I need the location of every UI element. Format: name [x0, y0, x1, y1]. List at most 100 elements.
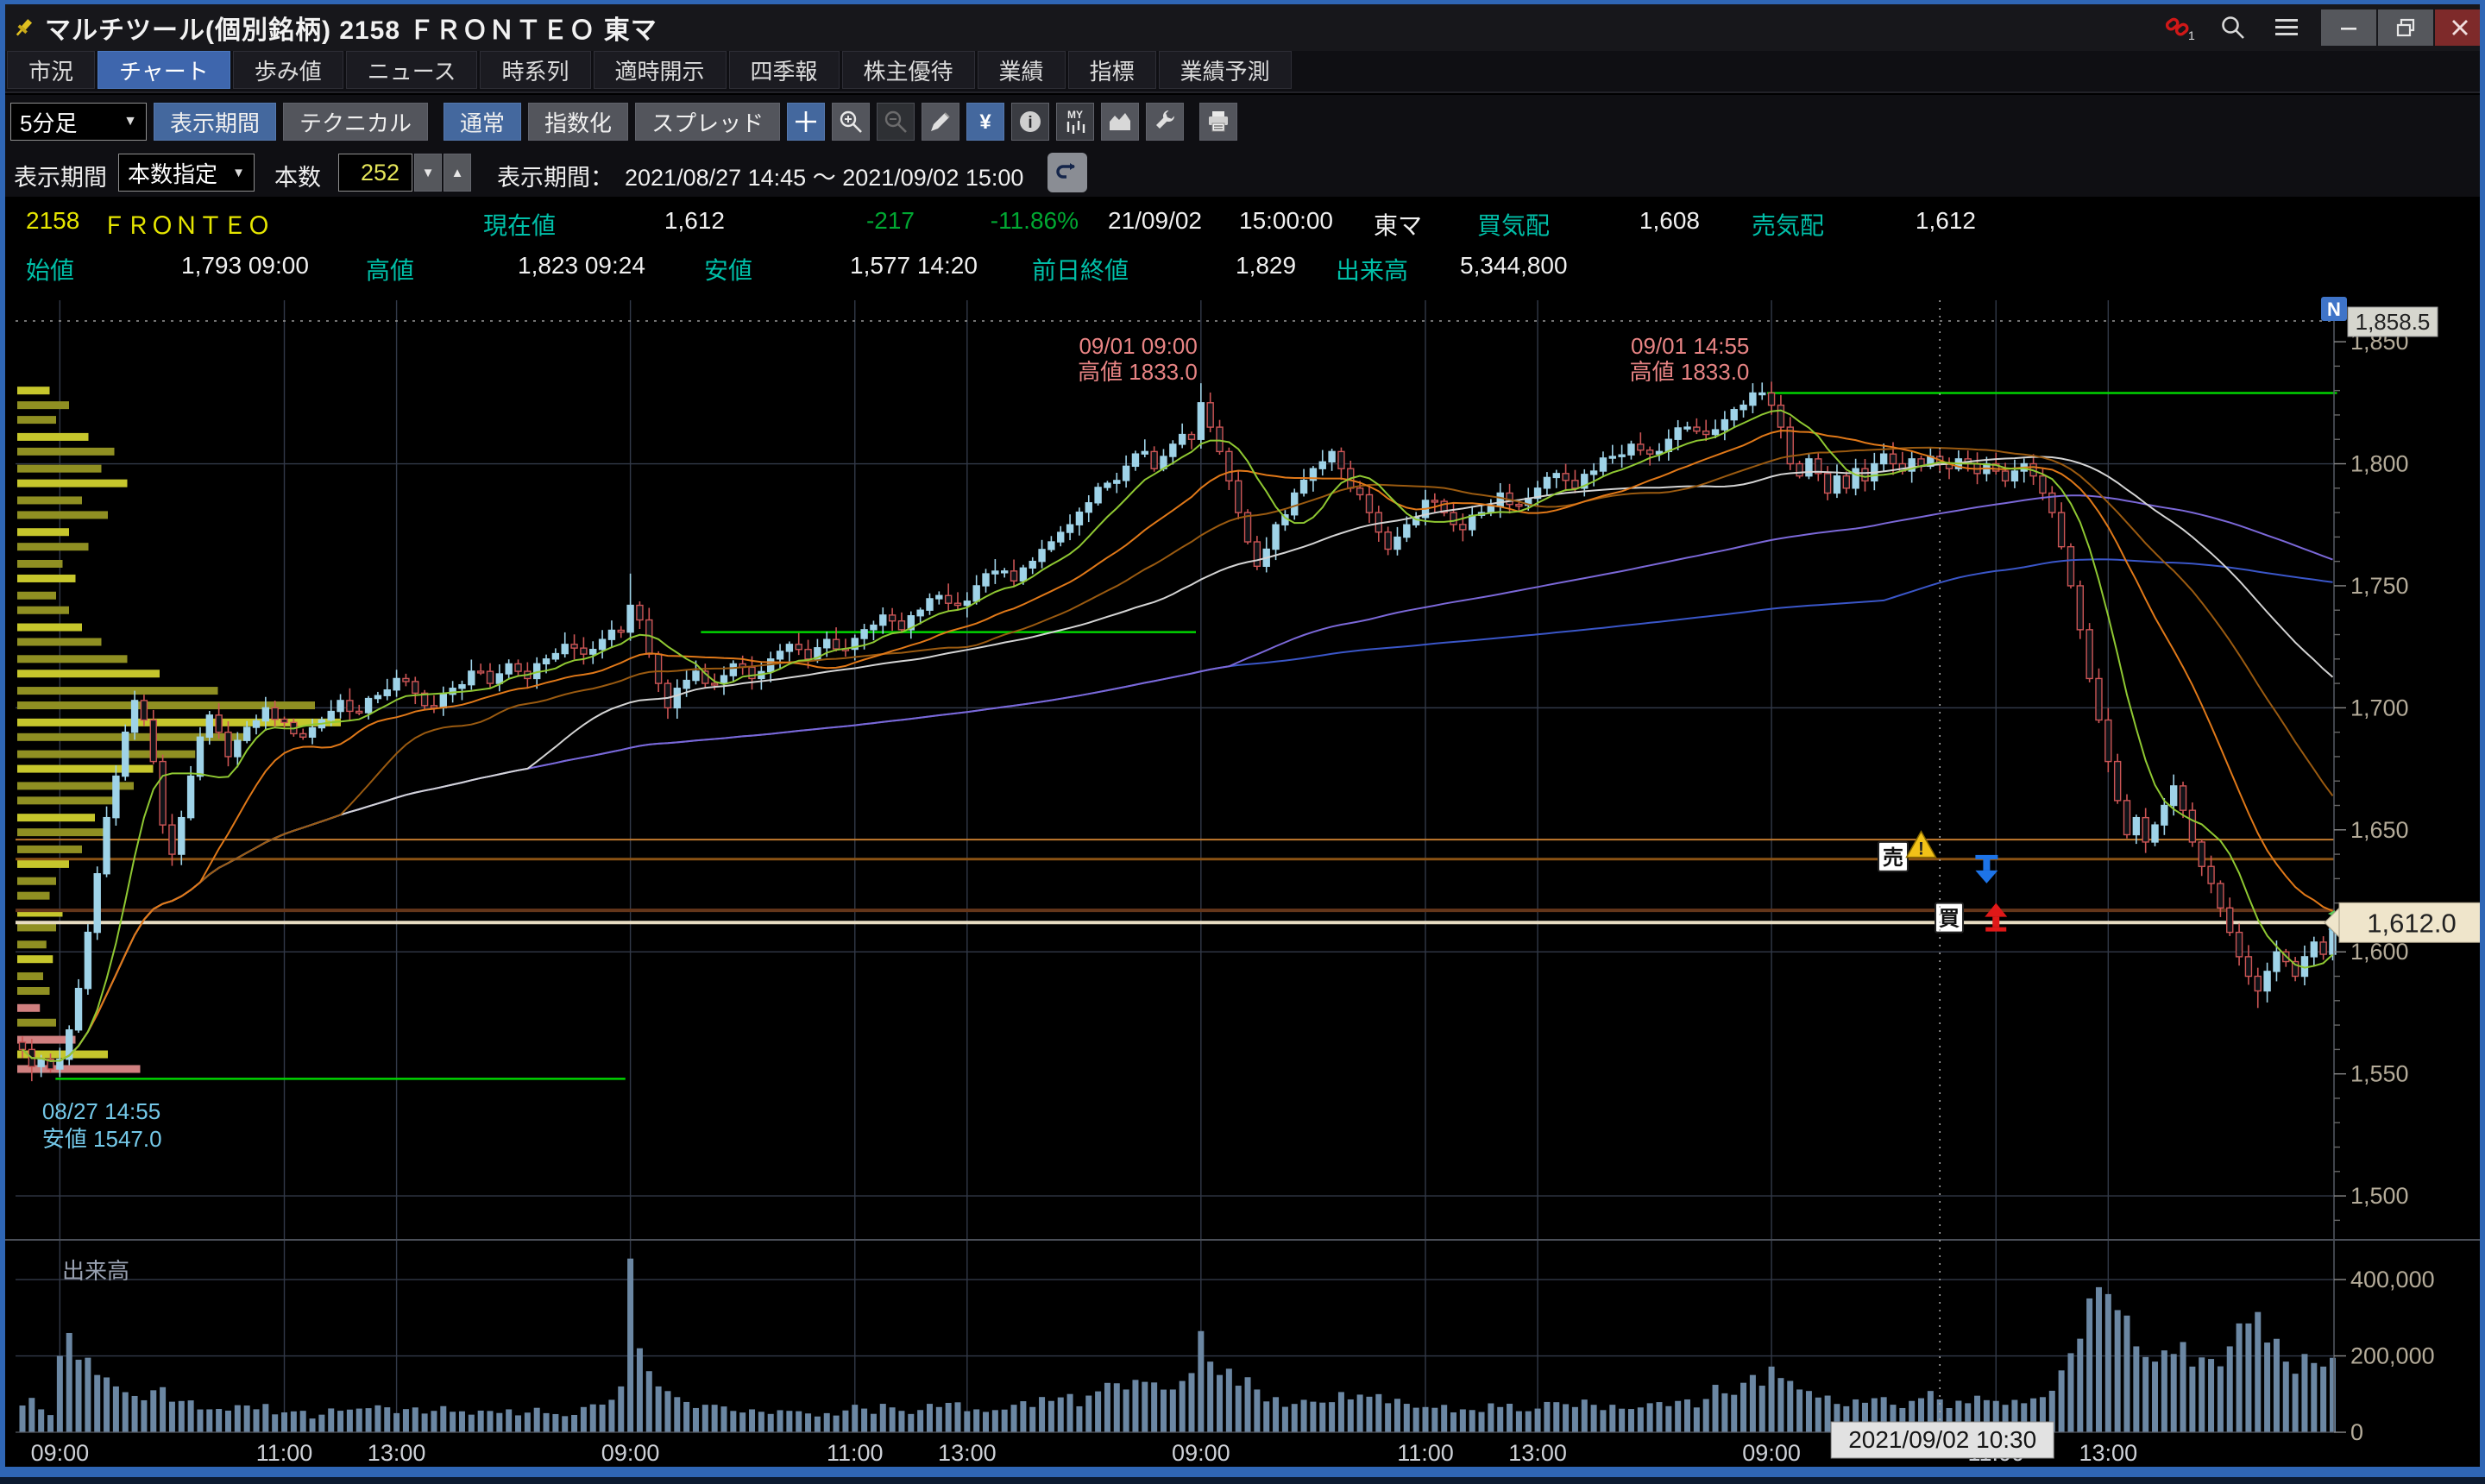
svg-text:!: ! — [1918, 839, 1924, 859]
svg-text:0: 0 — [2350, 1419, 2363, 1445]
toolbar-button-表示期間[interactable]: 表示期間 — [154, 103, 276, 141]
price-annotation: 09/01 09:00高値 1833.0 — [1078, 333, 1198, 385]
tab-株主優待[interactable]: 株主優待 — [842, 51, 975, 89]
stock-code: 2158 — [26, 207, 79, 235]
titlebar-controls: 1 — [2161, 4, 2485, 51]
link-icon[interactable]: 1 — [2161, 10, 2199, 45]
toolbar-button-通常[interactable]: 通常 — [444, 103, 521, 141]
quote-time: 15:00:00 — [1239, 207, 1333, 235]
interval-select[interactable]: 5分足 ▼ — [10, 103, 147, 141]
ma-55 — [22, 457, 2333, 1061]
menu-icon[interactable] — [2268, 10, 2306, 45]
prev-close-value: 1,829 — [1236, 252, 1296, 280]
pencil-icon[interactable] — [922, 103, 959, 141]
volume-bars — [20, 1259, 2336, 1432]
tab-チャート[interactable]: チャート — [98, 51, 230, 89]
volume-label: 出来高 — [1336, 252, 1408, 286]
count-input[interactable]: 252 — [338, 154, 412, 192]
candlesticks — [20, 381, 2336, 1081]
crosshair-date-tooltip: 2021/09/02 10:30 — [1831, 1422, 2054, 1458]
svg-text:1,550: 1,550 — [2350, 1061, 2409, 1087]
toolbar-button-テクニカル[interactable]: テクニカル — [283, 103, 428, 141]
window-frame-right — [2480, 0, 2485, 1484]
svg-text:1,500: 1,500 — [2350, 1183, 2409, 1209]
svg-text:1,700: 1,700 — [2350, 695, 2409, 720]
my-chart-icon[interactable]: MY — [1056, 103, 1094, 141]
tab-時系列[interactable]: 時系列 — [480, 51, 590, 89]
count-label: 本数 — [274, 159, 321, 192]
app-window: マルチツール(個別銘柄) 2158 ＦＲＯＮＴＥＯ 東マ 1 — [0, 0, 2485, 1484]
svg-text:09:00: 09:00 — [601, 1440, 660, 1466]
close-button[interactable] — [2435, 9, 2485, 46]
tab-市況[interactable]: 市況 — [7, 51, 95, 89]
period-mode-value: 本数指定 — [128, 157, 217, 189]
open-value: 1,793 09:00 — [181, 252, 309, 280]
params-bar: 表示期間 本数指定 ▼ 本数 252 ▼ ▲ 表示期間： 2021/08/27 … — [0, 148, 2485, 197]
current-price: 1,612 — [621, 207, 725, 235]
svg-text:売: 売 — [1883, 846, 1903, 870]
tab-業績[interactable]: 業績 — [978, 51, 1066, 89]
tab-業績予測[interactable]: 業績予測 — [1159, 51, 1292, 89]
tab-四季報[interactable]: 四季報 — [729, 51, 840, 89]
restore-button[interactable] — [2378, 9, 2433, 46]
info-icon[interactable]: i — [1011, 103, 1049, 141]
svg-text:09:00: 09:00 — [31, 1440, 90, 1466]
minimize-button[interactable] — [2321, 9, 2376, 46]
svg-text:400,000: 400,000 — [2350, 1267, 2435, 1292]
chart-area[interactable]: 売!買 09/01 09:00高値 1833.009/01 14:55高値 183… — [0, 290, 2485, 1479]
svg-text:1,612.0: 1,612.0 — [2367, 908, 2456, 938]
period-label: 表示期間 — [14, 159, 107, 192]
warning-icon: ! — [1907, 832, 1936, 859]
session-high-callout: N1,858.5 — [2321, 297, 2438, 336]
area-chart-icon[interactable] — [1101, 103, 1139, 141]
svg-text:11:00: 11:00 — [1397, 1440, 1454, 1466]
crosshair-icon[interactable] — [787, 103, 825, 141]
tab-ニュース[interactable]: ニュース — [346, 51, 478, 89]
tab-指標[interactable]: 指標 — [1068, 51, 1156, 89]
svg-text:N: N — [2327, 299, 2341, 320]
svg-text:i: i — [1028, 114, 1032, 132]
toolbar-button-スプレッド[interactable]: スプレッド — [635, 103, 780, 141]
high-label: 高値 — [366, 252, 414, 286]
svg-text:11:00: 11:00 — [827, 1440, 884, 1466]
current-price-callout: 1,612.0 — [2325, 902, 2483, 942]
low-label: 安値 — [704, 252, 752, 286]
window-frame-bottom — [0, 1467, 2485, 1477]
candlestick-chart[interactable]: 売!買 09/01 09:00高値 1833.009/01 14:55高値 183… — [0, 290, 2485, 1479]
svg-text:11:00: 11:00 — [256, 1440, 313, 1466]
svg-text:出来高: 出来高 — [62, 1258, 129, 1284]
zoom-out-icon — [877, 103, 915, 141]
wrench-icon[interactable] — [1146, 103, 1184, 141]
printer-icon[interactable] — [1199, 103, 1237, 141]
period-mode-select[interactable]: 本数指定 ▼ — [118, 154, 255, 192]
pushpin-icon — [12, 16, 35, 39]
toolbar-icons: ¥ i MY — [780, 103, 1237, 141]
prev-close-label: 前日終値 — [1032, 252, 1129, 286]
search-icon[interactable] — [2214, 10, 2252, 45]
svg-text:09:00: 09:00 — [1742, 1440, 1801, 1466]
window-frame-left — [0, 0, 5, 1484]
count-up-spinner[interactable]: ▲ — [444, 154, 471, 192]
window-title: マルチツール(個別銘柄) 2158 ＦＲＯＮＴＥＯ 東マ — [45, 9, 657, 47]
trade-markers[interactable]: 売!買 — [1878, 832, 2007, 933]
sell-order-marker[interactable]: 売 — [1878, 842, 1908, 871]
chart-annotations: 09/01 09:00高値 1833.009/01 14:55高値 1833.0… — [42, 333, 1750, 1152]
count-down-spinner[interactable]: ▼ — [414, 154, 442, 192]
price-change-pct: -11.86% — [958, 207, 1079, 235]
ask-value: 1,612 — [1872, 207, 1976, 235]
reset-range-button[interactable] — [1047, 153, 1087, 192]
stock-name: ＦＲＯＮＴＥＯ — [102, 207, 271, 242]
tab-適時開示[interactable]: 適時開示 — [594, 51, 727, 89]
svg-text:1,800: 1,800 — [2350, 451, 2409, 477]
tab-歩み値[interactable]: 歩み値 — [233, 51, 343, 89]
svg-text:MY: MY — [1067, 109, 1083, 121]
yen-icon[interactable]: ¥ — [966, 103, 1004, 141]
tab-bar: 市況チャート歩み値ニュース時系列適時開示四季報株主優待業績指標業績予測 — [0, 51, 2485, 93]
quote-row: 2158 ＦＲＯＮＴＥＯ 現在値 1,612 -217 -11.86% 21/0… — [0, 197, 2485, 247]
interval-value: 5分足 — [20, 106, 77, 138]
zoom-in-icon[interactable] — [832, 103, 870, 141]
chart-toolbar: 5分足 ▼ 表示期間テクニカル通常指数化スプレッド ¥ i MY — [0, 95, 2485, 148]
volume-value: 5,344,800 — [1460, 252, 1568, 280]
toolbar-button-指数化[interactable]: 指数化 — [528, 103, 628, 141]
svg-text:13:00: 13:00 — [938, 1440, 997, 1466]
